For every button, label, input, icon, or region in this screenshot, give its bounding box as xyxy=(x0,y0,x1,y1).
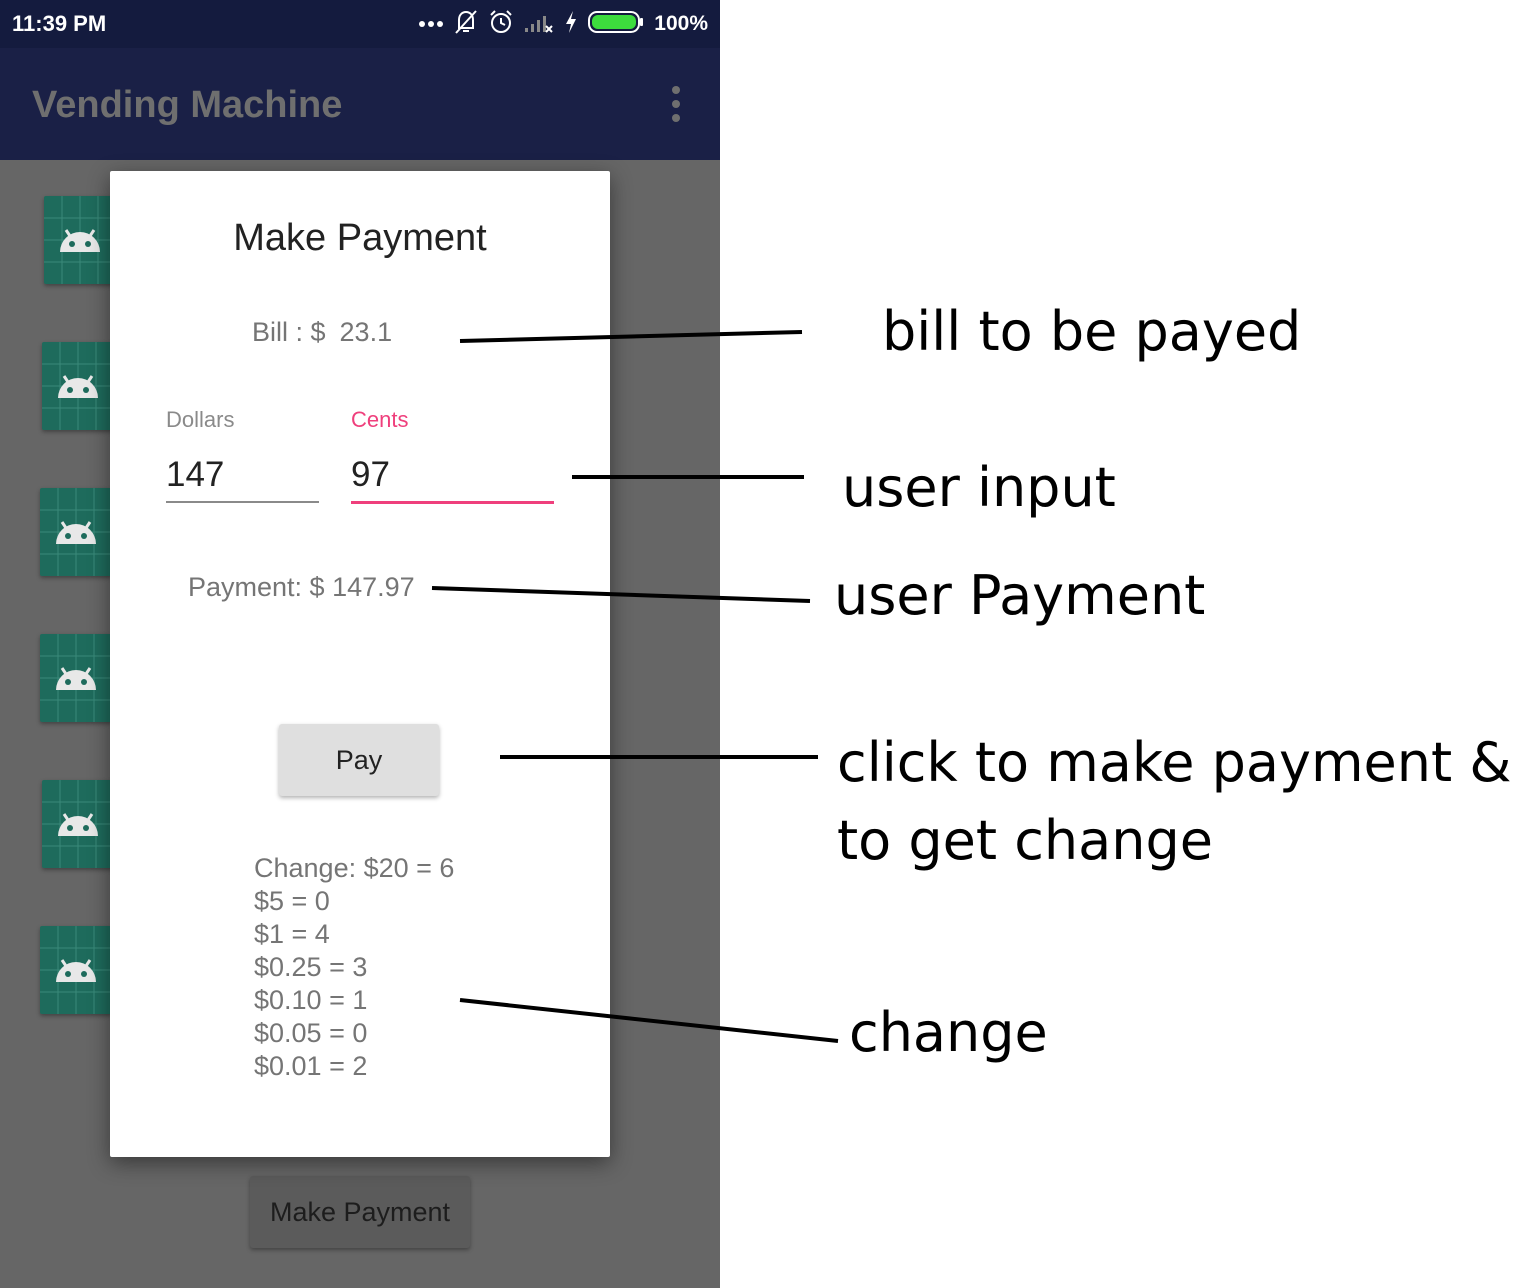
annotation-bill: bill to be payed xyxy=(882,300,1302,363)
payment-pointer-line xyxy=(431,586,811,603)
change-pointer-line xyxy=(459,998,839,1043)
annotation-lines xyxy=(431,330,839,1043)
bill-pointer-line xyxy=(459,330,803,343)
annotation-pay-line1: click to make payment & xyxy=(837,731,1512,794)
annotation-change: change xyxy=(849,1001,1048,1064)
annotation-payment: user Payment xyxy=(834,564,1206,627)
annotation-input: user input xyxy=(842,456,1116,519)
annotation-pay-line2: to get change xyxy=(837,809,1213,872)
